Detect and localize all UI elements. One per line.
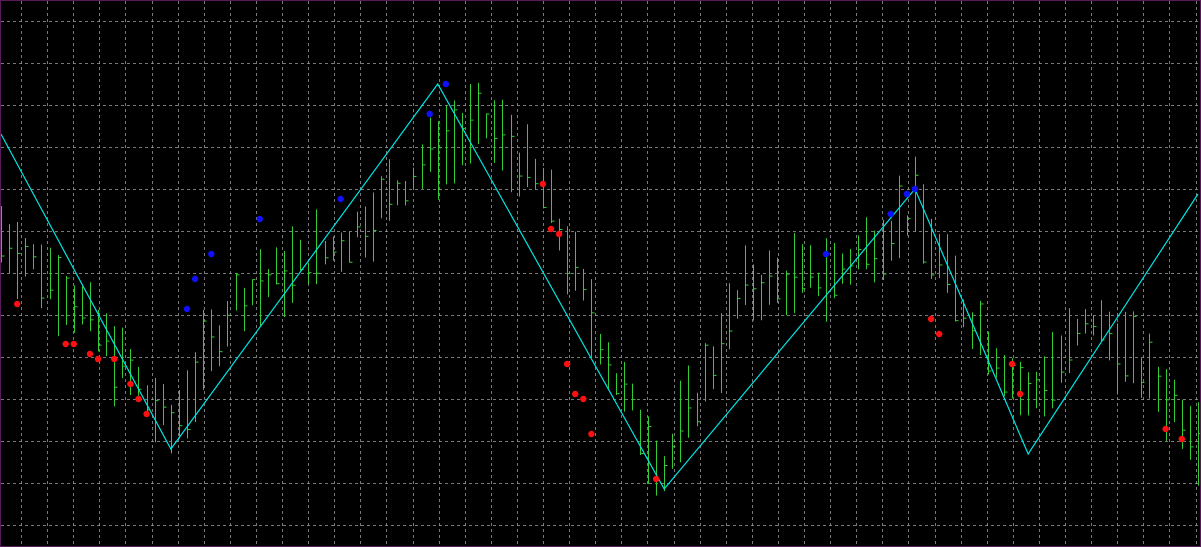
signal-high-dot (903, 190, 911, 198)
price-bars-layer (1, 82, 1200, 496)
signal-high-dot (337, 195, 344, 203)
signal-low-dot (86, 350, 94, 358)
signal-low-dot (927, 315, 935, 323)
signal-high-dot (887, 210, 894, 218)
signal-low-dot (652, 475, 660, 483)
signal-low-dot (127, 380, 134, 388)
signal-low-dot (555, 230, 563, 238)
signal-low-dot (135, 395, 142, 403)
signal-low-dot (935, 330, 943, 338)
signal-low-dot (94, 355, 102, 363)
signal-low-dot (1162, 425, 1169, 433)
signal-high-dot (426, 110, 433, 118)
signal-high-dot (208, 250, 215, 258)
signal-low-dot (62, 340, 69, 348)
signal-low-dot (70, 340, 77, 348)
signal-high-dot (191, 275, 199, 283)
zigzag-line (1, 82, 1199, 491)
signal-low-dot (13, 300, 21, 308)
signal-low-dot (580, 395, 587, 403)
zigzag-layer (1, 82, 1199, 491)
chart-frame (0, 0, 1201, 547)
signal-low-dot (1008, 360, 1016, 368)
signal-low-dot (1016, 390, 1024, 398)
signal-high-dot (183, 305, 191, 313)
grid-layer (1, 1, 1200, 546)
signal-high-dot (256, 215, 264, 223)
signal-low-dot (539, 180, 547, 188)
signal-low-dot (588, 430, 595, 438)
signal-low-dot (111, 355, 118, 363)
signal-low-dot (547, 225, 555, 233)
signal-high-dot (911, 185, 919, 193)
signal-low-dot (572, 390, 579, 398)
signal-low-dot (143, 410, 150, 418)
signal-high-dot (822, 250, 830, 258)
signal-high-dot (442, 80, 450, 88)
signal-low-dot (1178, 435, 1186, 443)
signal-dots-layer (13, 80, 1186, 483)
price-chart[interactable] (1, 1, 1200, 546)
signal-low-dot (563, 360, 571, 368)
